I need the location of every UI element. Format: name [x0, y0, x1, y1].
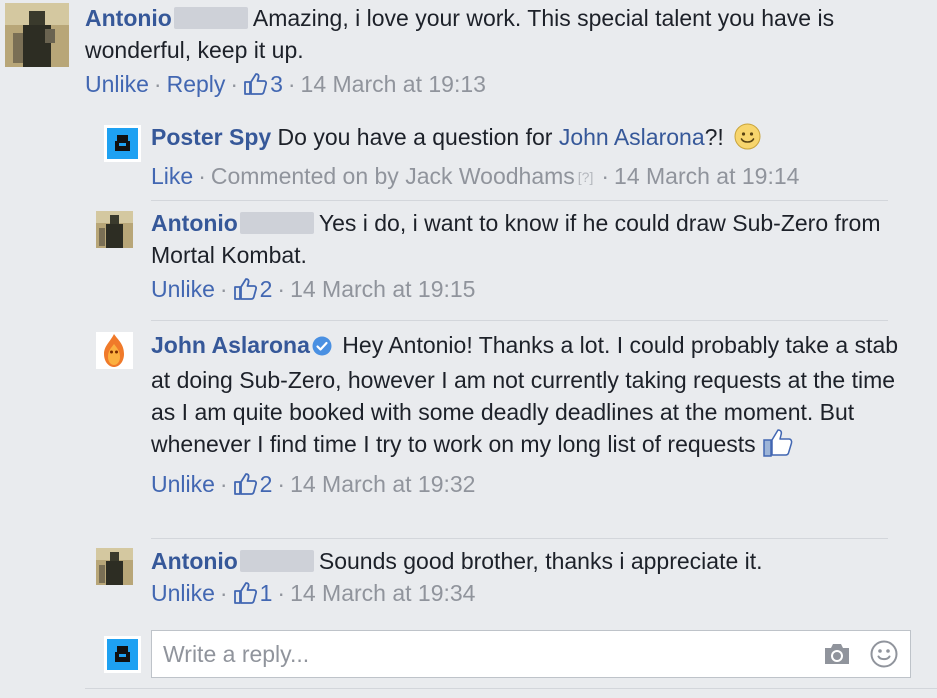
comment-meta: Like · Commented on by Jack Woodhams [?] · 14…: [151, 163, 800, 189]
timestamp[interactable]: 14 March at 19:34: [290, 580, 475, 606]
like-count[interactable]: 2: [233, 276, 273, 302]
unlike-link[interactable]: Unlike: [151, 580, 215, 606]
comment-author[interactable]: John Aslarona: [151, 332, 310, 358]
unlike-link[interactable]: Unlike: [151, 471, 215, 497]
avatar-posterspy: [104, 636, 141, 673]
comment-text: Sounds good brother, thanks i appreciate…: [318, 548, 763, 574]
comment-author[interactable]: Poster Spy: [151, 124, 271, 150]
timestamp[interactable]: 14 March at 19:32: [290, 471, 475, 497]
redacted-surname: [173, 7, 248, 29]
divider: [151, 200, 888, 201]
comment-meta: Unlike · 1 · 14 March at 19:34: [151, 579, 917, 611]
comment-body: Poster Spy Do you have a question for Jo…: [151, 121, 917, 191]
timestamp[interactable]: 14 March at 19:14: [614, 163, 799, 189]
commented-by-text: Commented on by Jack Woodhams: [210, 163, 575, 189]
like-count-value: 1: [259, 580, 273, 606]
verified-badge-icon: [312, 332, 332, 364]
comment-body: Antonio Sounds good brother, thanks i app…: [151, 545, 917, 611]
mention-link[interactable]: John Aslarona: [559, 124, 705, 150]
thumbs-up-emoji-icon: [762, 428, 794, 466]
avatar-antonio[interactable]: [5, 3, 69, 67]
comment-meta: Unlike · 2 · 14 March at 19:15: [151, 275, 917, 307]
reply-link[interactable]: Reply: [167, 71, 226, 97]
redacted-surname: [239, 212, 314, 234]
avatar-antonio[interactable]: [96, 548, 133, 585]
help-link[interactable]: [?]: [578, 169, 594, 185]
avatar-antonio[interactable]: [96, 211, 133, 248]
comment-meta: Unlike · Reply · 3 · 14 March at 19:13: [85, 70, 917, 102]
thumbs-up-icon: [233, 277, 257, 307]
thumbs-up-icon: [233, 581, 257, 611]
like-count-value: 2: [259, 471, 273, 497]
like-link[interactable]: Like: [151, 163, 193, 189]
unlike-link[interactable]: Unlike: [151, 276, 215, 302]
comment-thread: Antonio Amazing, i love your work. This s…: [0, 0, 937, 698]
like-count[interactable]: 1: [233, 580, 273, 606]
thumbs-up-icon: [243, 72, 268, 102]
like-count[interactable]: 3: [243, 71, 283, 97]
comment-body: Antonio Amazing, i love your work. This s…: [85, 2, 917, 102]
timestamp[interactable]: 14 March at 19:13: [301, 71, 486, 97]
divider: [151, 320, 888, 321]
thumbs-up-icon: [233, 472, 257, 502]
emoji-icon[interactable]: [870, 640, 898, 673]
comment-author[interactable]: Antonio: [151, 548, 238, 574]
divider: [85, 688, 937, 689]
redacted-surname: [239, 550, 314, 572]
smiley-emoji-icon: [734, 123, 761, 158]
camera-icon[interactable]: [822, 641, 852, 672]
avatar-john-aslarona[interactable]: [96, 332, 133, 369]
comment-author[interactable]: Antonio: [151, 210, 238, 236]
timestamp[interactable]: 14 March at 19:15: [290, 276, 475, 302]
reply-input[interactable]: Write a reply...: [151, 630, 911, 678]
comment-author[interactable]: Antonio: [85, 5, 172, 31]
comment-body: Antonio Yes i do, i want to know if he co…: [151, 207, 917, 307]
like-count-value: 3: [270, 71, 283, 97]
divider: [151, 538, 888, 539]
reply-box-icons: [822, 640, 898, 673]
reply-placeholder: Write a reply...: [163, 641, 310, 667]
comment-text-pre: Do you have a question for: [277, 124, 559, 150]
comment-text-post: ?!: [704, 124, 724, 150]
like-count[interactable]: 2: [233, 471, 273, 497]
comment-body: John Aslarona Hey Antonio! Thanks a lot.…: [151, 329, 917, 502]
avatar-posterspy[interactable]: [104, 125, 141, 162]
comment-meta: Unlike · 2 · 14 March at 19:32: [151, 470, 917, 502]
like-count-value: 2: [259, 276, 273, 302]
unlike-link[interactable]: Unlike: [85, 71, 149, 97]
